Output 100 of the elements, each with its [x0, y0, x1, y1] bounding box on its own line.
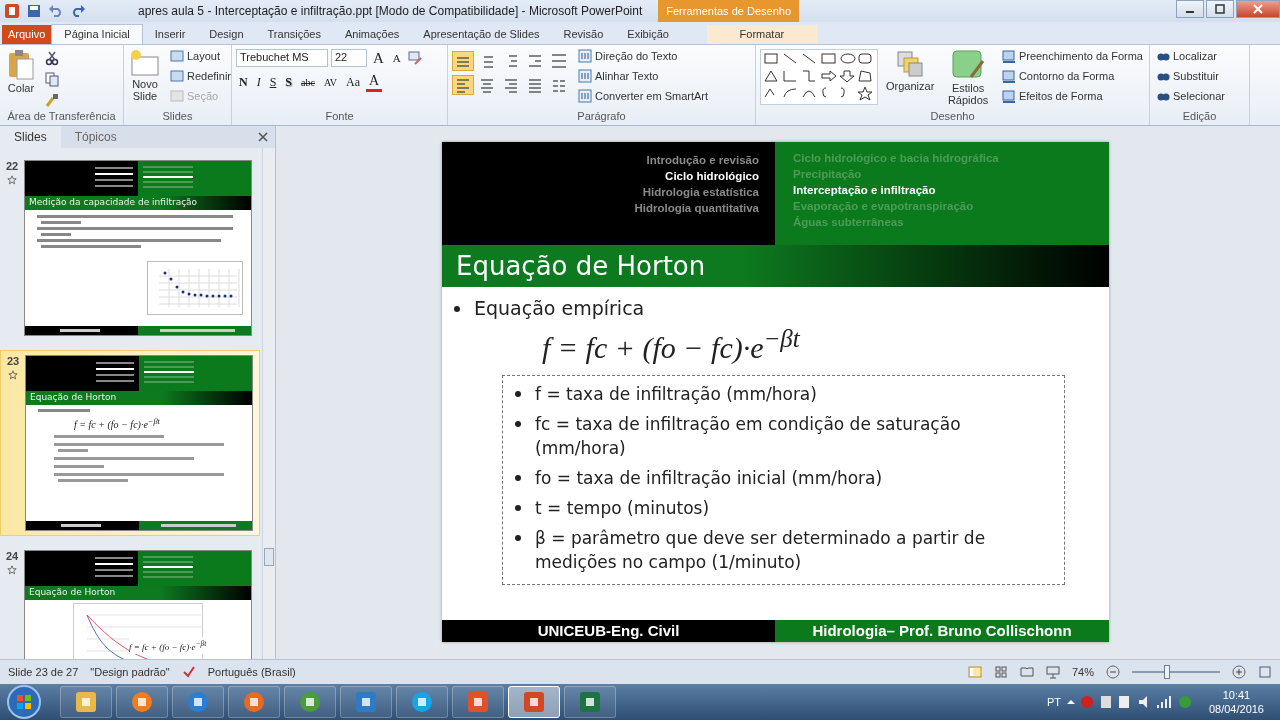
book-icon[interactable]	[1019, 665, 1034, 679]
ribbon-tab[interactable]: Revisão	[551, 25, 616, 44]
clear-format-icon[interactable]	[406, 50, 423, 66]
spellcheck-icon[interactable]	[181, 665, 196, 679]
slide-thumbnail[interactable]: Medição da capacidade de infiltração	[24, 160, 252, 336]
scissors-icon[interactable]	[44, 50, 60, 66]
font-color-button[interactable]: A	[366, 73, 383, 92]
taskbar-app[interactable]	[452, 686, 504, 718]
maximize-button[interactable]	[1206, 0, 1234, 18]
grid-view-icon[interactable]	[993, 665, 1008, 679]
format-button[interactable]: S	[266, 75, 280, 90]
group-label: Fonte	[324, 110, 355, 124]
ribbon-command[interactable]: Redefinir	[168, 67, 234, 85]
pane-tab[interactable]: Slides	[0, 126, 61, 148]
format-button[interactable]: abc	[298, 77, 318, 88]
layout-icon	[170, 90, 184, 102]
ribbon-command[interactable]: Contorno da Forma	[999, 67, 1145, 85]
ribbon-command[interactable]: Alinhar Texto	[576, 67, 711, 85]
group-label: Desenho	[929, 110, 976, 124]
taskbar-app[interactable]	[172, 686, 224, 718]
slide-thumbnail[interactable]: Equação de Horton f = fc + (fo − fc)·e$^{−βt}$	[24, 550, 252, 659]
group-label: Edição	[1181, 110, 1218, 124]
ribbon-command[interactable]: Direção do Texto	[576, 47, 711, 65]
pane-tab[interactable]: Tópicos	[60, 126, 131, 148]
grow-font-button[interactable]: A	[370, 49, 387, 67]
format-button[interactable]: AV	[320, 77, 341, 88]
shrink-font-button[interactable]: A	[389, 52, 404, 64]
taskbar-app[interactable]	[396, 686, 448, 718]
ribbon-command[interactable]: Localizar	[1154, 47, 1220, 65]
bullet-icon	[515, 391, 521, 397]
taskbar-app[interactable]	[564, 686, 616, 718]
ribbon-tab[interactable]: Inserir	[142, 25, 198, 44]
thumbnail-row[interactable]: 24 Equação de Horton f = fc + (fo − fc)·e$^{−βt}$	[0, 546, 260, 659]
slide-thumbnail[interactable]: Equação de Horton f = fc + (fo − fc)·e$^{−βt}$	[25, 355, 253, 531]
taskbar-app[interactable]	[284, 686, 336, 718]
ribbon-command[interactable]: Substituir	[1154, 67, 1221, 85]
taskbar-app[interactable]	[60, 686, 112, 718]
taskbar-app[interactable]	[228, 686, 280, 718]
clock-date[interactable]: 08/04/2016	[1208, 702, 1264, 716]
ribbon-tab[interactable]: Formatar	[706, 25, 817, 44]
format-button[interactable]: Aa	[343, 75, 364, 90]
paragraph-toggle[interactable]	[452, 75, 474, 95]
ribbon-tab[interactable]: Página Inicial	[51, 24, 143, 44]
ribbon-tab[interactable]: Arquivo	[2, 25, 52, 44]
ribbon-tab[interactable]: Apresentação de Slides	[411, 25, 552, 44]
clock-time[interactable]: 10:41	[1222, 688, 1251, 702]
close-button[interactable]	[1236, 0, 1280, 18]
ribbon-tab[interactable]: Exibição	[615, 25, 681, 44]
bullet-text: t = tempo (minutos)	[535, 497, 710, 520]
ribbon-command[interactable]: Converter em SmartArt	[576, 87, 711, 105]
font-name-field[interactable]: Trebuchet MS	[236, 49, 328, 67]
ribbon-tab[interactable]: Animações	[332, 25, 412, 44]
bullet-icon	[515, 535, 521, 541]
ribbon-command[interactable]: Layout	[168, 47, 234, 65]
start-button[interactable]	[6, 684, 42, 720]
paste-button[interactable]: Colar	[4, 47, 38, 96]
paragraph-toggle[interactable]	[452, 51, 474, 71]
zoom-in-icon[interactable]	[1232, 665, 1246, 679]
taskbar-app[interactable]	[508, 686, 560, 718]
taskbar-app[interactable]	[116, 686, 168, 718]
projector-icon[interactable]	[1045, 665, 1060, 679]
ribbon-command[interactable]: Preenchimento da Forma	[999, 47, 1145, 65]
taskbar-app[interactable]	[340, 686, 392, 718]
thumbnail-row[interactable]: 23 Equação de Horton f = fc + (fo − fc)·e$^{−βt}$	[0, 350, 260, 536]
shapes-gallery[interactable]	[760, 49, 878, 105]
font-size-field[interactable]: 22	[331, 49, 367, 67]
zoom-text[interactable]: 74%	[1071, 666, 1094, 678]
bullet-text: Equação empírica	[474, 297, 645, 319]
format-button[interactable]: N	[236, 75, 251, 90]
text-box-selection[interactable]	[502, 375, 1065, 585]
lines-icon	[503, 77, 519, 93]
ribbon-tab[interactable]: Design	[197, 25, 256, 44]
brush-icon[interactable]	[44, 92, 60, 108]
zoom-slider-thumb[interactable]	[1164, 665, 1171, 679]
redo-icon[interactable]	[70, 3, 86, 19]
ribbon-command[interactable]: Selecionar	[1154, 87, 1227, 105]
format-button[interactable]: I	[253, 75, 264, 90]
close-icon[interactable]	[257, 131, 269, 143]
save-icon[interactable]	[26, 3, 42, 19]
undo-icon[interactable]	[48, 3, 64, 19]
minimize-button[interactable]	[1176, 0, 1204, 18]
quick-styles-button[interactable]: Estilos Rápidos	[942, 47, 994, 108]
bullet-icon	[515, 505, 521, 511]
ribbon-tab[interactable]: Transições	[255, 25, 333, 44]
new-slide-button[interactable]: Novo Slide	[128, 47, 162, 104]
bullet-text: f = taxa de infiltração (mm/hora)	[535, 383, 817, 406]
slide-title: Equação de Horton	[442, 245, 1109, 287]
navigation-item: Ciclo hidrológico	[664, 169, 759, 184]
status-text[interactable]: Português (Brasil)	[207, 666, 296, 678]
ribbon-command[interactable]: Efeitos de Forma	[999, 87, 1145, 105]
scrollbar[interactable]	[262, 148, 275, 659]
arrange-button[interactable]: Organizar	[884, 47, 937, 94]
fit-window-icon[interactable]	[1258, 665, 1272, 679]
zoom-out-icon[interactable]	[1106, 665, 1120, 679]
window-title: apres aula 5 - Interceptação e infiltração.ppt [Modo de Compatibilidade] - Microsoft PowerPoint	[138, 4, 643, 18]
language-indicator[interactable]: PT	[1046, 696, 1061, 708]
copy-icon[interactable]	[44, 71, 60, 87]
thumbnail-row[interactable]: 22 Medição da capacidade de infiltração	[0, 156, 260, 340]
format-button[interactable]: S	[282, 75, 296, 90]
app-icon	[73, 689, 99, 715]
